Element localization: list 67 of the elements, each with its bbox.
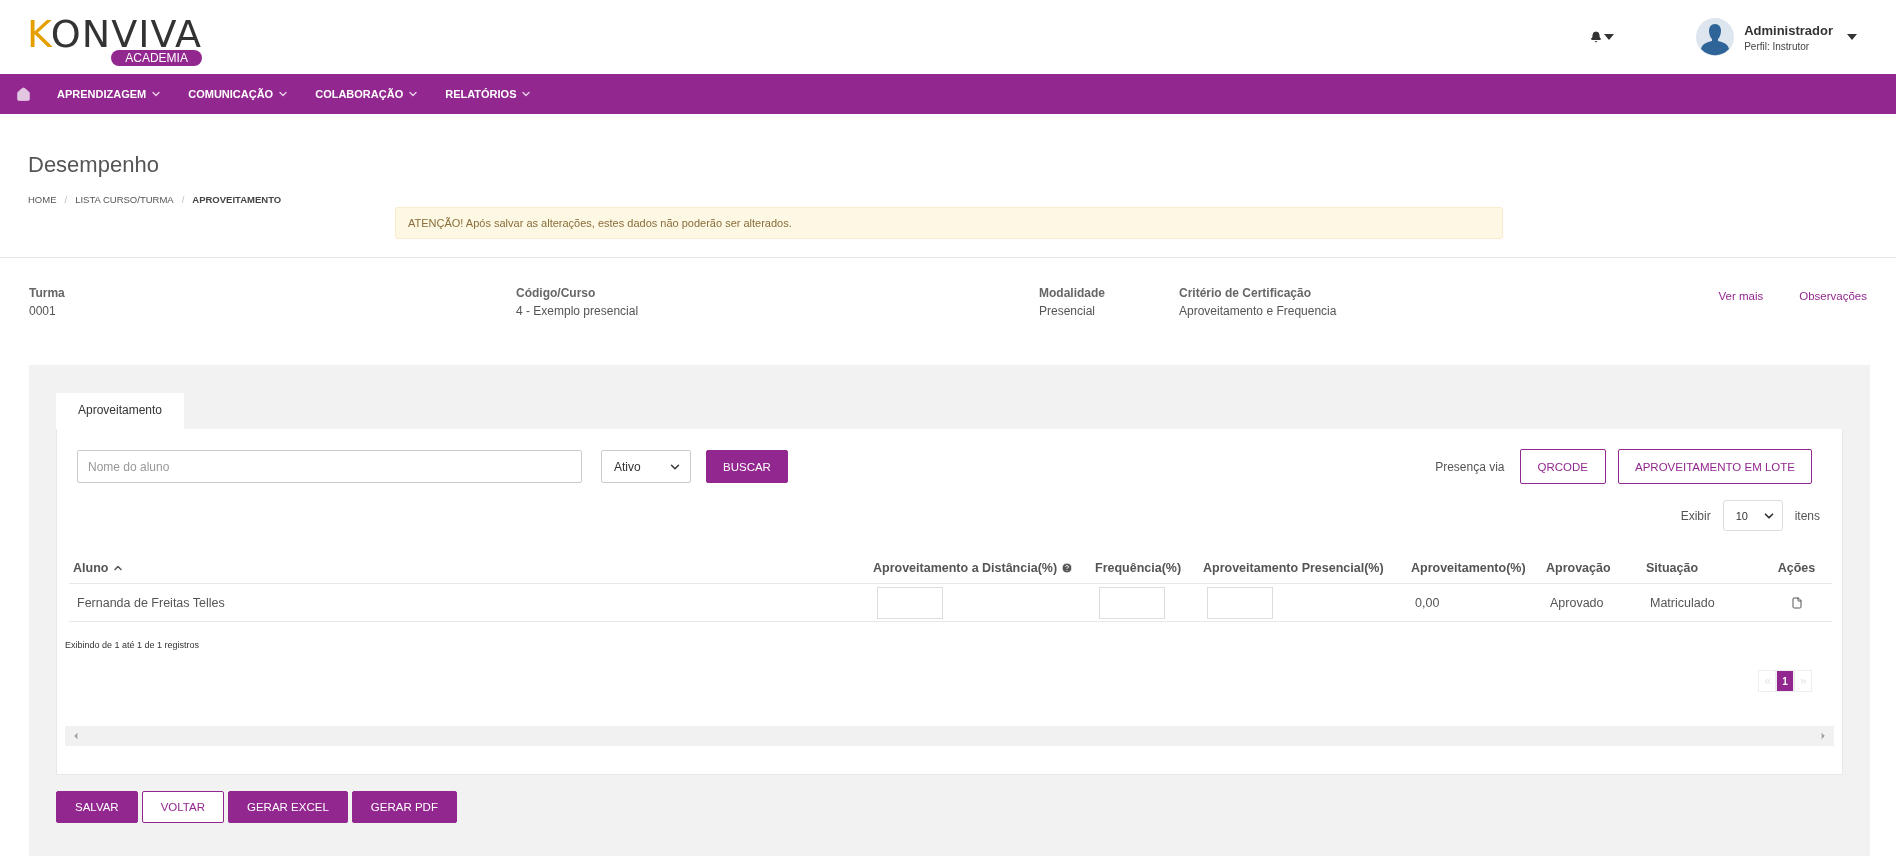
document-icon[interactable] bbox=[1790, 596, 1803, 609]
help-icon[interactable] bbox=[1061, 562, 1074, 574]
first-page-button[interactable] bbox=[1758, 670, 1776, 692]
grade-input-field[interactable] bbox=[877, 586, 943, 619]
info-link[interactable]: Observações bbox=[1799, 290, 1867, 302]
breadcrumb-link[interactable]: HOME bbox=[28, 194, 57, 205]
user-menu-caret-icon[interactable] bbox=[1847, 34, 1857, 40]
breadcrumb-separator: / bbox=[181, 194, 185, 205]
user-name: Administrador bbox=[1744, 22, 1833, 38]
info-value: Aproveitamento e Frequencia bbox=[1179, 304, 1338, 318]
last-page-button[interactable] bbox=[1794, 670, 1812, 692]
info-label: Modalidade bbox=[1039, 286, 1106, 300]
outline-button[interactable]: QRCODE bbox=[1519, 449, 1607, 484]
column-header[interactable]: Aproveitamento a Distância(%) bbox=[869, 553, 1091, 584]
table-cell: Aprovado bbox=[1550, 595, 1604, 610]
action-button[interactable]: SALVAR bbox=[56, 791, 138, 823]
scroll-right-icon[interactable] bbox=[1818, 731, 1828, 741]
outline-button[interactable]: APROVEITAMENTO EM LOTE bbox=[1618, 449, 1812, 484]
info-label: Turma bbox=[29, 286, 66, 300]
student-name-field[interactable]: Nome do aluno bbox=[77, 450, 582, 483]
page-title: Desempenho bbox=[28, 152, 160, 178]
column-header[interactable]: Aproveitamento(%) bbox=[1407, 553, 1542, 584]
column-header[interactable]: Situação bbox=[1642, 553, 1761, 584]
action-button[interactable]: GERAR PDF bbox=[351, 791, 457, 823]
avatar-icon bbox=[1696, 18, 1735, 56]
notifications-button[interactable] bbox=[1590, 31, 1615, 43]
action-button[interactable]: GERAR EXCEL bbox=[228, 791, 348, 823]
table-cell: Fernanda de Freitas Telles bbox=[77, 595, 225, 610]
column-header[interactable]: Ações bbox=[1761, 553, 1832, 584]
scroll-left-icon[interactable] bbox=[71, 731, 81, 741]
presence-label: Presença via bbox=[1435, 459, 1505, 474]
info-label: Código/Curso bbox=[516, 286, 597, 300]
breadcrumb-link[interactable]: LISTA CURSO/TURMA bbox=[75, 194, 174, 205]
konviva-logo: KONVIVA ACADEMIA bbox=[27, 16, 202, 66]
tab[interactable]: Aproveitamento bbox=[56, 393, 185, 429]
show-label: Exibir bbox=[1680, 508, 1711, 523]
items-label: itens bbox=[1794, 508, 1820, 523]
nav-menu-item[interactable]: RELATÓRIOS bbox=[445, 88, 533, 100]
double-chevron-right-icon bbox=[1798, 676, 1808, 686]
info-value: 0001 bbox=[29, 304, 57, 318]
nav-menu-item[interactable]: COMUNICAÇÃO bbox=[188, 88, 290, 100]
action-button[interactable]: VOLTAR bbox=[141, 791, 224, 823]
column-header[interactable]: Aproveitamento Presencial(%) bbox=[1199, 553, 1407, 584]
search-button[interactable]: BUSCAR bbox=[706, 450, 788, 483]
info-label: Critério de Certificação bbox=[1179, 286, 1313, 300]
double-chevron-left-icon bbox=[1762, 676, 1772, 686]
records-summary: Exibindo de 1 até 1 de 1 registros bbox=[65, 640, 201, 650]
grade-input-field[interactable] bbox=[1207, 586, 1273, 619]
breadcrumb-link[interactable]: APROVEITAMENTO bbox=[192, 194, 282, 205]
grade-input-field[interactable] bbox=[1099, 586, 1165, 619]
nav-menu-item[interactable]: APRENDIZAGEM bbox=[57, 88, 163, 100]
breadcrumb-separator: / bbox=[64, 194, 68, 205]
status-select[interactable]: Ativo bbox=[601, 450, 691, 483]
user-profile: Perfil: Instrutor bbox=[1744, 40, 1811, 52]
warning-alert: ATENÇÃO! Após salvar as alterações, estes dados não poderão ser alterados. bbox=[395, 207, 1503, 239]
table-cell: Matriculado bbox=[1650, 595, 1715, 610]
page-button[interactable]: 1 bbox=[1776, 670, 1794, 692]
info-value: 4 - Exemplo presencial bbox=[516, 304, 640, 318]
nav-menu-item[interactable]: COLABORAÇÃO bbox=[315, 88, 420, 100]
column-header[interactable]: Aluno bbox=[69, 553, 869, 584]
page-size-select[interactable]: 10 bbox=[1722, 500, 1783, 531]
home-icon[interactable] bbox=[16, 86, 31, 102]
column-header[interactable]: Frequência(%) bbox=[1091, 553, 1199, 584]
info-value: Presencial bbox=[1039, 304, 1097, 318]
info-link[interactable]: Ver mais bbox=[1718, 290, 1764, 302]
column-header[interactable]: Aprovação bbox=[1542, 553, 1642, 584]
table-cell: 0,00 bbox=[1415, 595, 1440, 610]
